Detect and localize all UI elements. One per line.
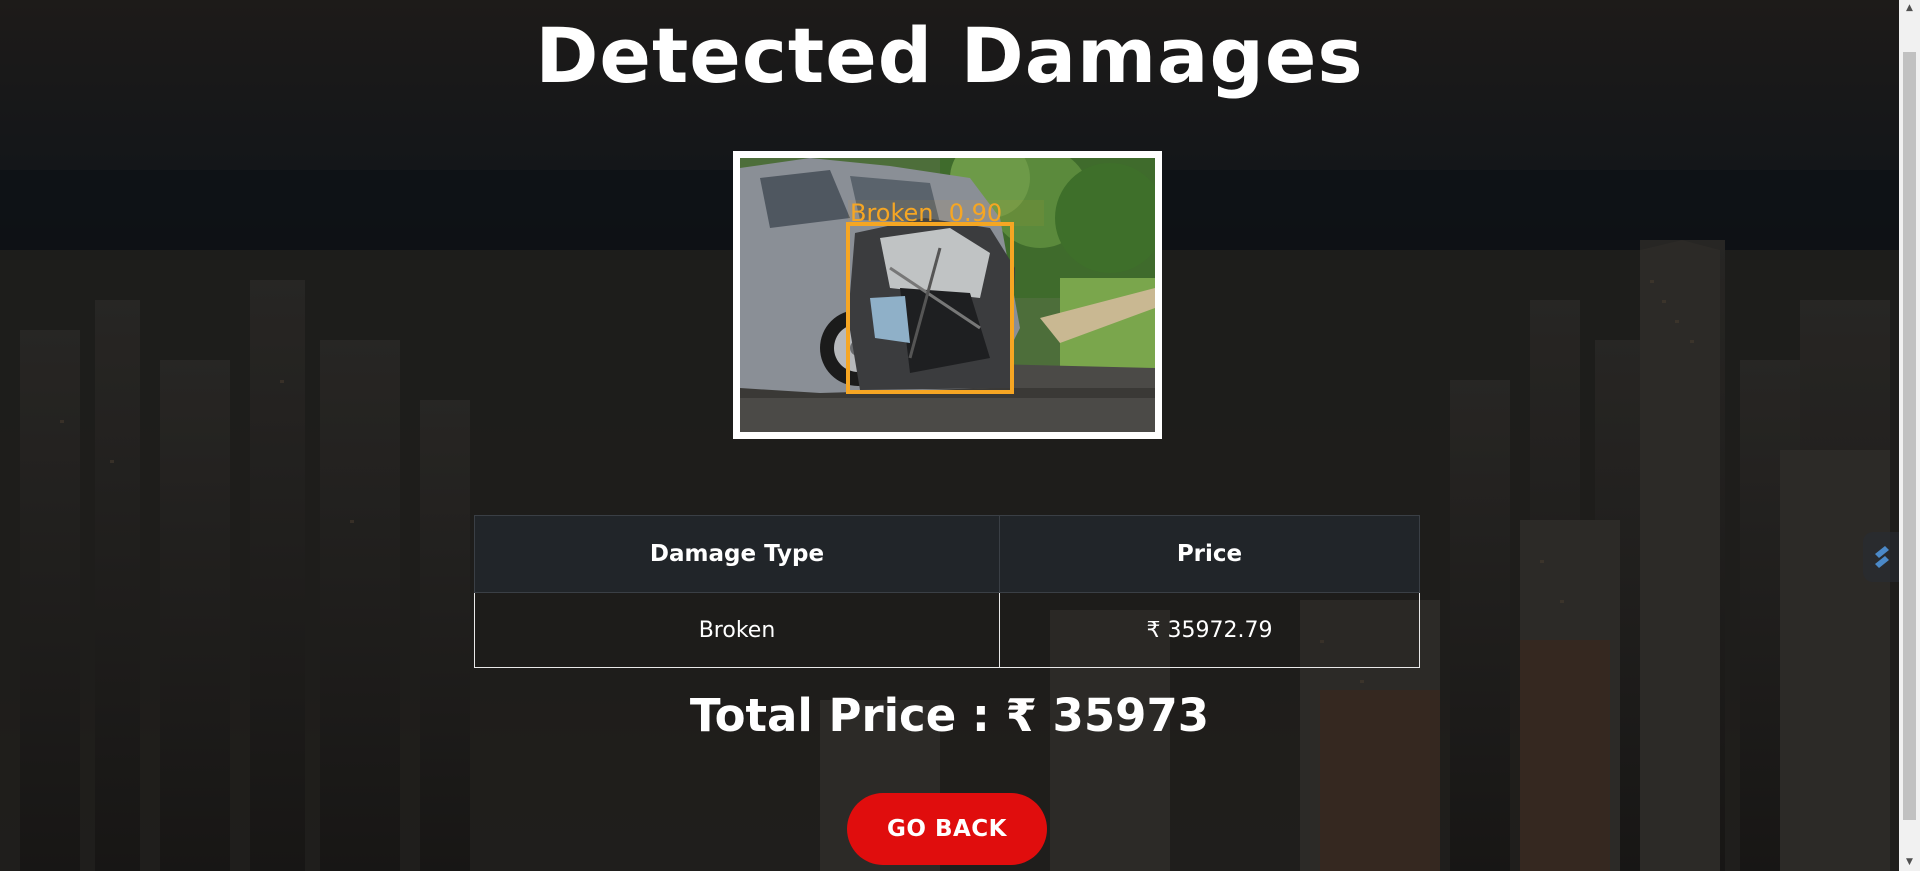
table-row: Broken ₹ 35972.79 <box>474 592 1420 668</box>
column-header-damage-type: Damage Type <box>474 515 1000 593</box>
detection-result-image: Broken 0.90 <box>740 158 1155 432</box>
total-price: Total Price : ₹ 35973 <box>689 689 1210 742</box>
scroll-down-arrow-icon[interactable]: ▼ <box>1899 854 1920 871</box>
main-content: Detected Damages Broken 0.90 Damage Type… <box>0 0 1899 871</box>
vertical-scrollbar[interactable]: ▲ ▼ <box>1899 0 1920 871</box>
damage-table: Damage Type Price Broken ₹ 35972.79 <box>474 515 1420 668</box>
car-damage-image: Broken 0.90 <box>740 158 1155 432</box>
detection-label: Broken 0.90 <box>850 199 1002 227</box>
extension-icon <box>1875 546 1889 568</box>
column-header-price: Price <box>999 515 1420 593</box>
cell-price: ₹ 35972.79 <box>999 592 1420 668</box>
side-panel-handle[interactable] <box>1863 532 1899 582</box>
cell-damage-type: Broken <box>474 592 1000 668</box>
go-back-button[interactable]: GO BACK <box>847 793 1047 865</box>
scroll-up-arrow-icon[interactable]: ▲ <box>1899 0 1920 17</box>
scrollbar-thumb[interactable] <box>1903 52 1916 820</box>
table-header-row: Damage Type Price <box>474 515 1420 593</box>
result-image-frame: Broken 0.90 <box>733 151 1162 439</box>
page-title: Detected Damages <box>535 11 1364 100</box>
